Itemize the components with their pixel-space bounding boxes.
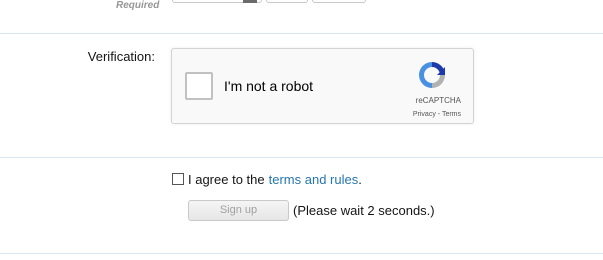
verification-label: Verification: <box>87 49 155 64</box>
form-divider <box>0 33 603 34</box>
previous-field-input-2[interactable] <box>312 0 366 3</box>
terms-and-rules-link[interactable]: terms and rules <box>269 172 359 187</box>
recaptcha-checkbox[interactable] <box>185 72 213 100</box>
form-divider <box>0 157 603 158</box>
recaptcha-checkbox-label: I'm not a robot <box>224 78 314 94</box>
recaptcha-widget: I'm not a robot reCAPTCHA Privacy - Term… <box>171 48 474 124</box>
recaptcha-brand: reCAPTCHA <box>415 96 461 105</box>
recaptcha-links: Privacy - Terms <box>413 111 461 118</box>
agree-terms-suffix: . <box>358 171 362 187</box>
previous-field-input-1[interactable] <box>266 0 308 3</box>
recaptcha-logo-icon <box>419 62 445 88</box>
agree-terms-text: I agree to the <box>188 171 265 187</box>
form-divider <box>0 253 603 254</box>
wait-notice: (Please wait 2 seconds.) <box>293 203 435 218</box>
previous-field-select[interactable] <box>172 0 262 3</box>
required-label: Required <box>116 0 160 11</box>
recaptcha-privacy-link[interactable]: Privacy <box>413 111 436 118</box>
agree-terms-checkbox[interactable] <box>172 173 184 185</box>
recaptcha-terms-link[interactable]: Terms <box>442 111 461 118</box>
sign-up-button[interactable]: Sign up <box>188 200 289 221</box>
agree-terms-row: I agree to the terms and rules . <box>172 171 362 187</box>
